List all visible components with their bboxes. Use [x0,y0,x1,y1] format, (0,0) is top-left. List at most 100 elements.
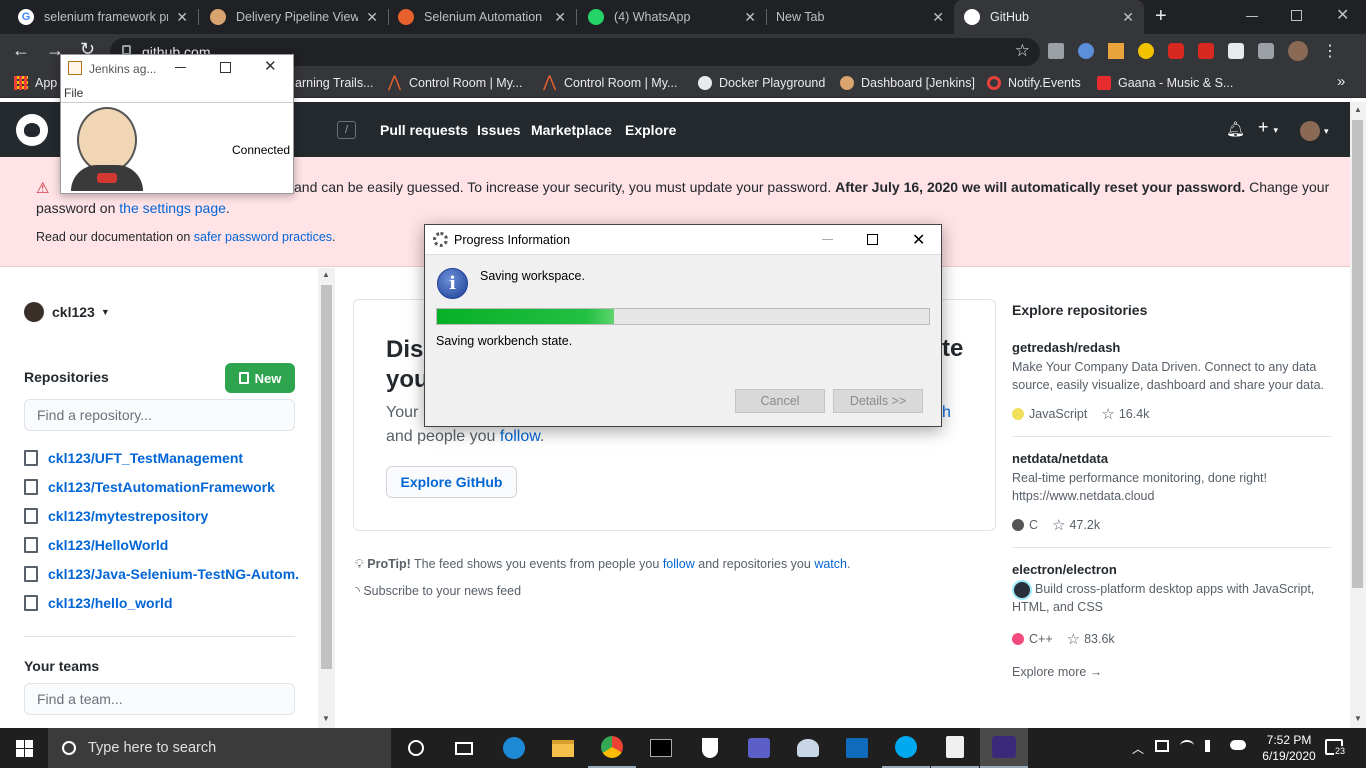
nav-issues[interactable]: Issues [477,122,521,138]
star-icon[interactable]: ☆ [1101,405,1114,423]
eclipse-icon[interactable] [980,728,1028,768]
extension-icon[interactable] [1198,43,1214,59]
menu-file[interactable]: File [64,86,83,100]
bookmark-star-icon[interactable]: ☆ [1015,41,1030,61]
close-tab-icon[interactable]: ✕ [744,9,756,26]
maximize-icon[interactable] [220,62,231,73]
close-tab-icon[interactable]: ✕ [176,9,188,26]
discover-link[interactable]: h [942,404,951,422]
scroll-thumb[interactable] [321,285,332,669]
scroll-down-arrow[interactable]: ▼ [322,714,330,723]
watch-link[interactable]: watch [814,557,847,571]
star-icon[interactable]: ☆ [1067,630,1080,648]
skype-icon[interactable] [882,728,930,768]
tab-selenium-automation[interactable]: Selenium Automation F ✕ [388,0,576,34]
subscribe-feed-link[interactable]: ◝ Subscribe to your news feed [355,583,521,598]
settings-page-link[interactable]: the settings page [119,200,226,216]
chevron-up-icon[interactable]: ︿ [1132,740,1144,757]
java-icon[interactable] [931,728,979,768]
tab-github[interactable]: GitHub ✕ [954,0,1144,34]
bookmark-control-room-1[interactable]: ⋀ Control Room | My... [388,75,522,91]
minimize-icon[interactable] [822,239,833,240]
extension-icon[interactable] [1138,43,1154,59]
extension-icon[interactable] [1078,43,1094,59]
bookmark-dashboard-jenkins[interactable]: Dashboard [Jenkins] [840,76,975,90]
wifi-icon[interactable] [1180,740,1195,752]
teams-icon[interactable] [735,728,783,768]
close-window-icon[interactable]: ✕ [1336,5,1349,25]
nav-pull-requests[interactable]: Pull requests [380,122,468,138]
bookmark-notify-events[interactable]: Notify.Events [987,76,1081,90]
snipping-tool-icon[interactable] [784,728,832,768]
explore-repo-link[interactable]: electron/electron [1012,562,1117,577]
safer-password-link[interactable]: safer password practices [194,230,332,244]
close-tab-icon[interactable]: ✕ [932,9,944,26]
github-logo-icon[interactable] [16,114,48,146]
repo-link[interactable]: ckl123/Java-Selenium-TestNG-Autom... [24,566,299,582]
cloud-icon[interactable] [1230,740,1247,750]
taskbar-search-box[interactable]: Type here to search [48,728,391,768]
explore-repo-link[interactable]: netdata/netdata [1012,451,1108,466]
security-icon[interactable] [686,728,734,768]
more-bookmarks-icon[interactable]: » [1337,73,1345,90]
scroll-up-arrow[interactable]: ▲ [322,270,330,279]
nav-marketplace[interactable]: Marketplace [531,122,612,138]
dropbox-icon[interactable] [1048,43,1064,59]
new-repo-button[interactable]: New [225,363,295,393]
explore-github-button[interactable]: Explore GitHub [386,466,517,498]
star-icon[interactable]: ☆ [1052,516,1065,534]
menu-dots-icon[interactable]: ⋮ [1322,41,1338,61]
extension-icon[interactable] [1228,43,1244,59]
clock[interactable]: 7:52 PM 6/19/2020 [1262,732,1316,764]
sidebar-scrollbar[interactable]: ▲ ▼ [318,268,335,728]
follow-link[interactable]: follow [663,557,695,571]
repo-link[interactable]: ckl123/HelloWorld [24,537,299,553]
tab-delivery-pipeline[interactable]: Delivery Pipeline View [ ✕ [200,0,388,34]
bookmark-control-room-2[interactable]: ⋀ Control Room | My... [543,75,677,91]
repo-link[interactable]: ckl123/TestAutomationFramework [24,479,299,495]
scroll-down-arrow[interactable]: ▼ [1354,714,1362,723]
puzzle-icon[interactable] [1258,43,1274,59]
scroll-thumb[interactable] [1352,120,1363,588]
start-button[interactable] [0,728,48,768]
explore-more-link[interactable]: Explore more → [1012,665,1102,679]
explore-repo-link[interactable]: getredash/redash [1012,340,1120,355]
close-tab-icon[interactable]: ✕ [554,9,566,26]
volume-icon[interactable] [1205,740,1219,752]
close-icon[interactable]: ✕ [912,230,925,250]
repo-link[interactable]: ckl123/UFT_TestManagement [24,450,299,466]
profile-avatar-icon[interactable] [1288,41,1308,61]
back-icon[interactable]: ← [12,40,30,61]
details-button[interactable]: Details >> [833,389,923,413]
page-scrollbar[interactable]: ▲ ▼ [1350,102,1366,728]
minimize-icon[interactable] [175,67,186,68]
bookmark-gaana[interactable]: Gaana - Music & S... [1097,76,1233,90]
follow-link[interactable]: follow [500,428,540,445]
file-explorer-icon[interactable] [539,728,587,768]
repo-link[interactable]: ckl123/mytestrepository [24,508,299,524]
tab-selenium-framework[interactable]: G selenium framework pr ✕ [8,0,198,34]
extension-icon[interactable] [1108,43,1124,59]
terminal-icon[interactable] [637,728,685,768]
close-tab-icon[interactable]: ✕ [1122,9,1134,26]
outlook-icon[interactable] [833,728,881,768]
adblock-icon[interactable] [1168,43,1184,59]
cancel-button[interactable]: Cancel [735,389,825,413]
repo-link[interactable]: ckl123/hello_world [24,595,299,611]
tab-new-tab[interactable]: New Tab ✕ [766,0,954,34]
nav-explore[interactable]: Explore [625,122,676,138]
bell-icon[interactable]: 🔔︎ [1226,120,1245,138]
edge-icon[interactable] [490,728,538,768]
scroll-up-arrow[interactable]: ▲ [1354,105,1362,114]
new-tab-button[interactable]: + [1155,5,1167,28]
find-repository-input[interactable]: Find a repository... [24,399,295,431]
chrome-icon[interactable] [588,728,636,768]
bookmark-docker-playground[interactable]: Docker Playground [698,76,825,90]
minimize-icon[interactable] [1246,16,1258,17]
tab-whatsapp[interactable]: (4) WhatsApp ✕ [578,0,766,34]
find-team-input[interactable]: Find a team... [24,683,295,715]
close-icon[interactable]: ✕ [264,57,277,75]
bookmark-apps[interactable]: App [14,76,57,90]
create-new-dropdown[interactable]: + ▾ [1258,117,1278,138]
bookmark-learning-trails[interactable]: arning Trails... [295,76,374,90]
